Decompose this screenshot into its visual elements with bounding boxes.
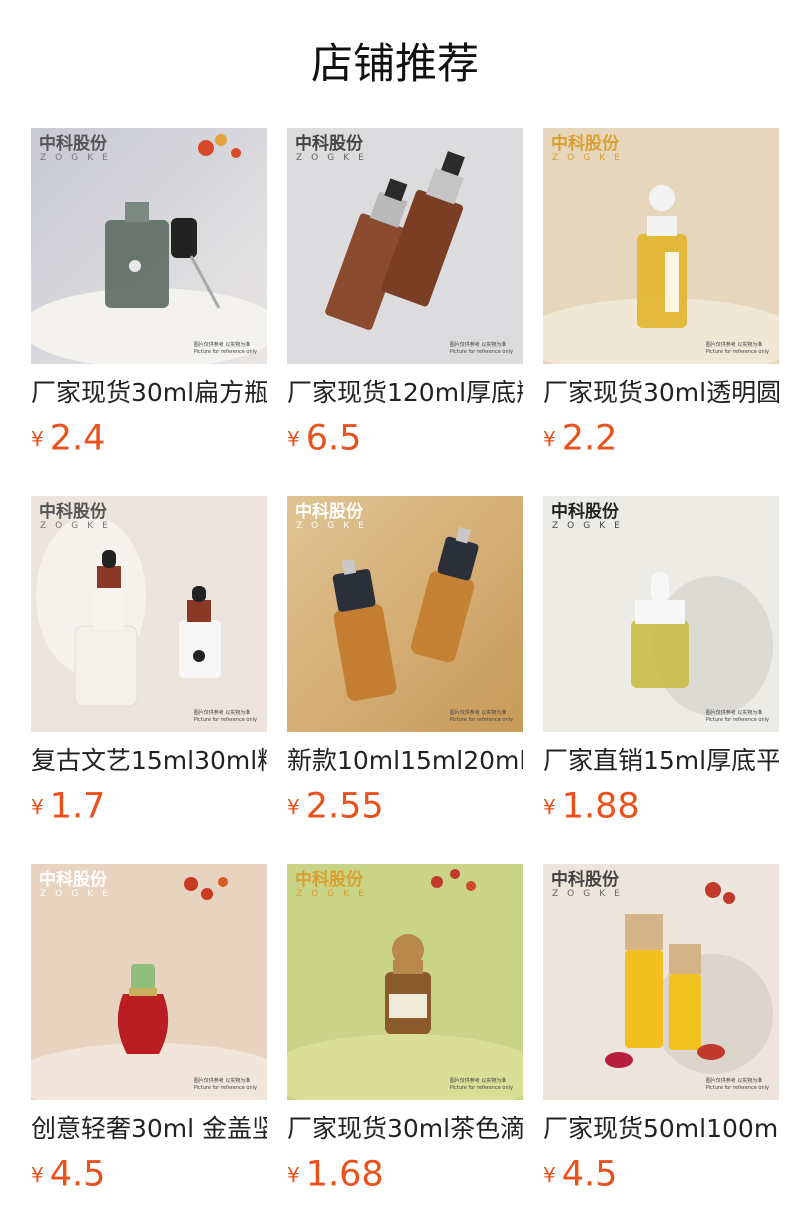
price-amount: 6.5 bbox=[305, 418, 362, 459]
price-amount: 2.55 bbox=[305, 786, 384, 827]
brand-subtitle: ZOGKE bbox=[552, 889, 629, 899]
currency-symbol: ¥ bbox=[31, 1162, 44, 1187]
brand-logo: 中科股份 bbox=[39, 502, 107, 522]
product-card[interactable]: 中科股份 ZOGKE 图片仅供参考 以实物为准 Picture for refer… bbox=[543, 128, 779, 459]
product-card[interactable]: 中科股份 ZOGKE 图片仅供参考 以实物为准 Picture for refer… bbox=[543, 496, 779, 827]
brand-subtitle: ZOGKE bbox=[296, 889, 373, 899]
price-amount: 1.88 bbox=[561, 786, 640, 827]
product-price: ¥6.5 bbox=[287, 418, 362, 459]
reference-note: 图片仅供参考 以实物为准 Picture for reference only bbox=[705, 710, 769, 723]
product-card[interactable]: 中科股份 ZOGKE 图片仅供参考 以实物为准 Picture for refer… bbox=[31, 128, 267, 459]
currency-symbol: ¥ bbox=[287, 794, 300, 819]
product-title[interactable]: 创意轻奢30ml 金盖坚 bbox=[31, 1111, 267, 1147]
brand-subtitle: ZOGKE bbox=[296, 153, 373, 163]
brand-logo: 中科股份 bbox=[551, 870, 619, 890]
product-image[interactable]: 中科股份 ZOGKE 图片仅供参考 以实物为准 Picture for refer… bbox=[543, 128, 779, 364]
product-card[interactable]: 中科股份 ZOGKE 图片仅供参考 以实物为准 Picture for refer… bbox=[287, 496, 523, 827]
brand-subtitle: ZOGKE bbox=[40, 889, 117, 899]
product-image[interactable]: 中科股份 ZOGKE 图片仅供参考 以实物为准 Picture for refer… bbox=[31, 128, 267, 364]
product-card[interactable]: 中科股份 ZOGKE 图片仅供参考 以实物为准 Picture for refer… bbox=[31, 496, 267, 827]
reference-note: 图片仅供参考 以实物为准 Picture for reference only bbox=[705, 342, 769, 355]
reference-note: 图片仅供参考 以实物为准 Picture for reference only bbox=[449, 342, 513, 355]
product-price: ¥2.4 bbox=[31, 418, 106, 459]
product-title[interactable]: 复古文艺15ml30ml精 bbox=[31, 743, 267, 779]
product-image[interactable]: 中科股份 ZOGKE 图片仅供参考 以实物为准 Picture for refer… bbox=[31, 496, 267, 732]
currency-symbol: ¥ bbox=[31, 426, 44, 451]
product-title[interactable]: 厂家现货50ml100ml bbox=[543, 1111, 779, 1147]
brand-subtitle: ZOGKE bbox=[40, 153, 117, 163]
reference-note: 图片仅供参考 以实物为准 Picture for reference only bbox=[449, 1078, 513, 1091]
brand-logo: 中科股份 bbox=[295, 134, 363, 154]
product-price: ¥2.2 bbox=[543, 418, 618, 459]
brand-subtitle: ZOGKE bbox=[552, 153, 629, 163]
product-title[interactable]: 厂家直销15ml厚底平 bbox=[543, 743, 779, 779]
price-amount: 4.5 bbox=[561, 1154, 618, 1195]
product-title[interactable]: 厂家现货30ml透明圆 bbox=[543, 375, 779, 411]
currency-symbol: ¥ bbox=[287, 1162, 300, 1187]
reference-note: 图片仅供参考 以实物为准 Picture for reference only bbox=[193, 1078, 257, 1091]
product-price: ¥1.7 bbox=[31, 786, 106, 827]
currency-symbol: ¥ bbox=[287, 426, 300, 451]
product-price: ¥2.55 bbox=[287, 786, 384, 827]
currency-symbol: ¥ bbox=[543, 794, 556, 819]
product-price: ¥1.68 bbox=[287, 1154, 384, 1195]
product-title[interactable]: 新款10ml15ml20ml bbox=[287, 743, 523, 779]
page-title: 店铺推荐 bbox=[310, 39, 479, 88]
product-price: ¥4.5 bbox=[543, 1154, 618, 1195]
product-image[interactable]: 中科股份 ZOGKE 图片仅供参考 以实物为准 Picture for refer… bbox=[31, 864, 267, 1100]
product-title[interactable]: 厂家现货30ml扁方瓶 bbox=[31, 375, 267, 411]
product-price: ¥1.88 bbox=[543, 786, 640, 827]
product-card[interactable]: 中科股份 ZOGKE 图片仅供参考 以实物为准 Picture for refer… bbox=[31, 864, 267, 1195]
product-title[interactable]: 厂家现货30ml茶色滴 bbox=[287, 1111, 523, 1147]
product-card[interactable]: 中科股份 ZOGKE 图片仅供参考 以实物为准 Picture for refer… bbox=[287, 128, 523, 459]
price-amount: 4.5 bbox=[49, 1154, 106, 1195]
reference-note: 图片仅供参考 以实物为准 Picture for reference only bbox=[705, 1078, 769, 1091]
currency-symbol: ¥ bbox=[543, 426, 556, 451]
brand-logo: 中科股份 bbox=[551, 134, 619, 154]
product-image[interactable]: 中科股份 ZOGKE 图片仅供参考 以实物为准 Picture for refer… bbox=[543, 864, 779, 1100]
product-image[interactable]: 中科股份 ZOGKE 图片仅供参考 以实物为准 Picture for refer… bbox=[543, 496, 779, 732]
price-amount: 1.7 bbox=[49, 786, 106, 827]
currency-symbol: ¥ bbox=[31, 794, 44, 819]
brand-logo: 中科股份 bbox=[551, 502, 619, 522]
brand-logo: 中科股份 bbox=[39, 134, 107, 154]
product-title[interactable]: 厂家现货120ml厚底瓶 bbox=[287, 375, 523, 411]
product-card[interactable]: 中科股份 ZOGKE 图片仅供参考 以实物为准 Picture for refer… bbox=[543, 864, 779, 1195]
price-amount: 1.68 bbox=[305, 1154, 384, 1195]
product-card[interactable]: 中科股份 ZOGKE 图片仅供参考 以实物为准 Picture for refer… bbox=[287, 864, 523, 1195]
brand-subtitle: ZOGKE bbox=[40, 521, 117, 531]
reference-note: 图片仅供参考 以实物为准 Picture for reference only bbox=[193, 342, 257, 355]
reference-note: 图片仅供参考 以实物为准 Picture for reference only bbox=[193, 710, 257, 723]
price-amount: 2.2 bbox=[561, 418, 618, 459]
brand-subtitle: ZOGKE bbox=[552, 521, 629, 531]
brand-logo: 中科股份 bbox=[295, 870, 363, 890]
brand-subtitle: ZOGKE bbox=[296, 521, 373, 531]
product-price: ¥4.5 bbox=[31, 1154, 106, 1195]
product-image[interactable]: 中科股份 ZOGKE 图片仅供参考 以实物为准 Picture for refer… bbox=[287, 128, 523, 364]
product-image[interactable]: 中科股份 ZOGKE 图片仅供参考 以实物为准 Picture for refer… bbox=[287, 496, 523, 732]
currency-symbol: ¥ bbox=[543, 1162, 556, 1187]
brand-logo: 中科股份 bbox=[39, 870, 107, 890]
price-amount: 2.4 bbox=[49, 418, 106, 459]
brand-logo: 中科股份 bbox=[295, 502, 363, 522]
product-image[interactable]: 中科股份 ZOGKE 图片仅供参考 以实物为准 Picture for refer… bbox=[287, 864, 523, 1100]
reference-note: 图片仅供参考 以实物为准 Picture for reference only bbox=[449, 710, 513, 723]
